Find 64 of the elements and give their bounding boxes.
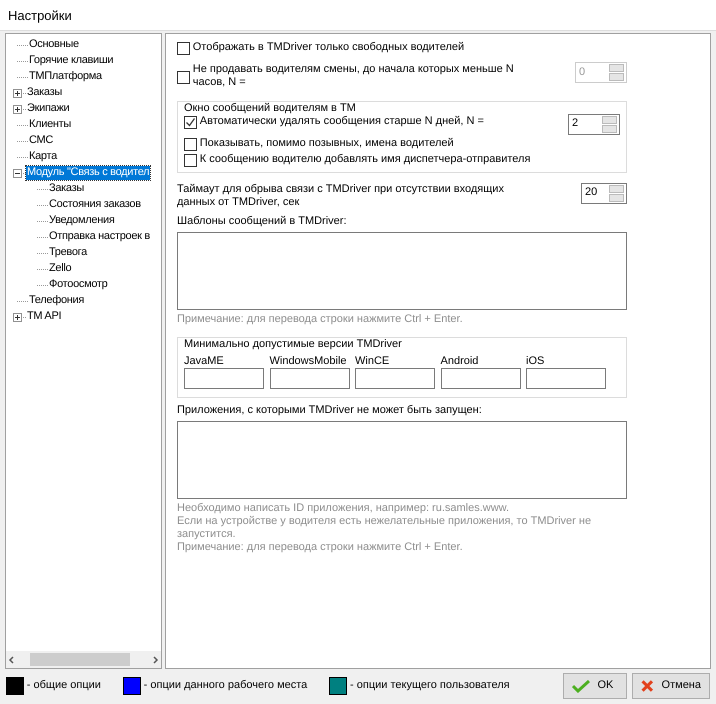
tree-item[interactable]: Zello [48, 262, 72, 276]
expand-icon[interactable] [13, 104, 22, 114]
version-field[interactable] [526, 368, 606, 389]
field-label: WinCE [355, 354, 390, 368]
legend-label: - общие опции [26, 679, 101, 693]
tree-item[interactable]: СМС [28, 134, 54, 148]
expand-icon[interactable] [13, 88, 22, 98]
group-title: Минимально допустимые версии TMDriver [182, 338, 404, 352]
field-label: WindowsMobile [270, 354, 348, 368]
close-icon [641, 678, 654, 694]
tree-item[interactable]: Основные [28, 38, 80, 52]
tree-item[interactable]: Тревога [48, 246, 88, 260]
tree-item[interactable]: Уведомления [48, 214, 116, 228]
hint-text: Необходимо написать ID приложения, например: ru.samles.www. [177, 502, 510, 516]
field-label: Приложения, с которыми TMDriver не может быть запущен: [177, 404, 483, 417]
version-field[interactable] [355, 368, 435, 389]
legend-label: - опции текущего пользователя [350, 679, 510, 693]
collapse-icon[interactable] [13, 168, 22, 178]
tree-item[interactable]: Модуль "Связь с водител [26, 166, 150, 180]
hint-text: Примечание: для перевода строки нажмите Ctrl + Enter. [177, 313, 464, 326]
field-label: JavaME [184, 354, 225, 368]
tree-item[interactable]: Клиенты [28, 118, 72, 132]
field-label: Android [440, 354, 480, 368]
hint-text: Если на устройстве у водителя есть нежелательные приложения, то TMDriver не запустится. [177, 515, 592, 542]
horizontal-scrollbar[interactable] [6, 651, 161, 668]
number-spinner[interactable]: 20 [581, 182, 627, 204]
tree-item[interactable]: ТМПлатформа [28, 70, 103, 84]
option-label: Не продавать водителям смены, до начала которых меньше N часов, N = [192, 63, 515, 90]
version-field[interactable] [184, 368, 264, 389]
option-label: Показывать, помимо позывных, имена водителей [200, 136, 454, 150]
timeout-label: Таймаут для обрыва связи с TMDriver при отсутствии входящих данных от TMDriver, сек [177, 182, 505, 209]
option-label: К сообщению водителю добавлять имя диспетчера-отправителя [200, 152, 530, 166]
tree-item[interactable]: TM API [26, 310, 62, 324]
cancel-button[interactable]: Отмена [632, 673, 710, 699]
tree-item[interactable]: Заказы [48, 182, 85, 196]
field-label: Шаблоны сообщений в TMDriver: [177, 214, 348, 228]
tree-item[interactable]: Фотоосмотр [48, 278, 108, 292]
number-spinner[interactable]: 2 [568, 114, 620, 135]
checkbox[interactable] [184, 138, 197, 151]
window-title: Настройки [0, 0, 716, 31]
tree-item[interactable]: Отправка настроек в [48, 230, 151, 244]
expand-icon[interactable] [13, 312, 22, 322]
legend-label: - опции данного рабочего места [144, 679, 308, 693]
ok-button[interactable]: OK [562, 673, 626, 699]
hint-text: Примечание: для перевода строки нажмите Ctrl + Enter. [177, 541, 464, 555]
tree-item[interactable]: Заказы [26, 86, 63, 100]
tree-item[interactable]: Горячие клавиши [28, 54, 114, 68]
tree-item[interactable]: Телефония [28, 294, 86, 308]
checkbox[interactable] [177, 71, 190, 84]
tree-item[interactable]: Состояния заказов [48, 198, 142, 212]
text-area[interactable] [177, 420, 627, 499]
checkbox[interactable] [184, 154, 197, 167]
tree-item[interactable]: Карта [28, 150, 58, 164]
check-icon [572, 679, 590, 693]
checkbox[interactable] [177, 42, 190, 55]
version-field[interactable] [270, 368, 350, 389]
group-title: Окно сообщений водителям в ТМ [182, 102, 358, 116]
version-field[interactable] [440, 368, 520, 389]
field-label: iOS [526, 354, 546, 368]
option-label: Автоматически удалять сообщения старше N дней, N = [200, 114, 484, 128]
tree-item[interactable]: Экипажи [26, 102, 70, 116]
checked-checkbox[interactable] [184, 116, 197, 129]
option-label: Отображать в TMDriver только свободных водителей [192, 41, 464, 54]
text-area[interactable] [177, 232, 627, 310]
